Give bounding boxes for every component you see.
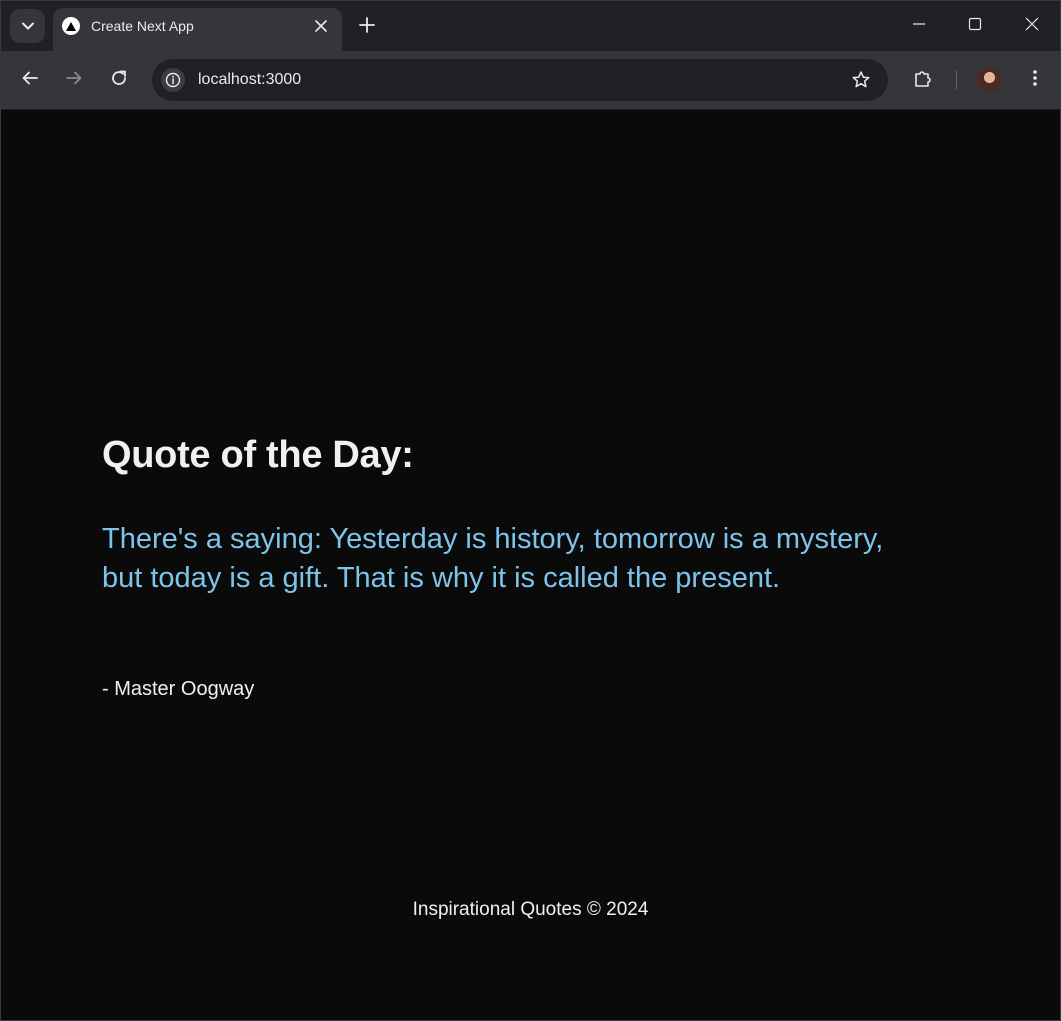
arrow-left-icon [21, 69, 39, 92]
tab-strip: Create Next App [1, 1, 1060, 51]
maximize-button[interactable] [962, 13, 988, 39]
chevron-down-icon [21, 17, 34, 35]
reload-icon [110, 69, 128, 92]
page-title: Quote of the Day: [102, 434, 414, 476]
quote-author: - Master Oogway [102, 678, 255, 700]
close-window-button[interactable] [1019, 13, 1045, 39]
star-icon[interactable] [850, 69, 872, 91]
plus-icon [359, 16, 375, 38]
nextjs-triangle-icon [62, 17, 80, 35]
close-icon [1025, 17, 1039, 36]
close-icon[interactable] [312, 17, 330, 35]
info-icon[interactable] [161, 68, 185, 92]
back-button[interactable] [16, 66, 44, 94]
tab-title: Create Next App [91, 18, 194, 34]
minimize-icon [912, 17, 926, 36]
page-content: Quote of the Day: There's a saying: Yest… [1, 110, 1060, 1020]
browser-toolbar: localhost:3000 [1, 51, 1060, 110]
puzzle-icon [913, 68, 933, 93]
new-tab-button[interactable] [355, 15, 379, 39]
kebab-menu-icon [1032, 69, 1038, 92]
quote-text: There's a saying: Yesterday is history, … [102, 523, 884, 594]
toolbar-divider [956, 70, 957, 90]
avatar[interactable] [977, 67, 1002, 92]
reload-button[interactable] [105, 66, 133, 94]
address-bar[interactable]: localhost:3000 [152, 59, 888, 101]
tab-search-button[interactable] [10, 9, 45, 43]
arrow-right-icon [65, 69, 83, 92]
browser-window: Create Next App localhost:3000 Quote of … [0, 0, 1061, 1021]
url-text[interactable]: localhost:3000 [198, 70, 301, 90]
maximize-icon [968, 17, 982, 36]
forward-button[interactable] [60, 66, 88, 94]
footer-text: Inspirational Quotes © 2024 [412, 899, 649, 920]
extensions-button[interactable] [909, 66, 937, 94]
minimize-button[interactable] [906, 13, 932, 39]
tab-active[interactable]: Create Next App [53, 8, 342, 51]
menu-button[interactable] [1021, 66, 1049, 94]
